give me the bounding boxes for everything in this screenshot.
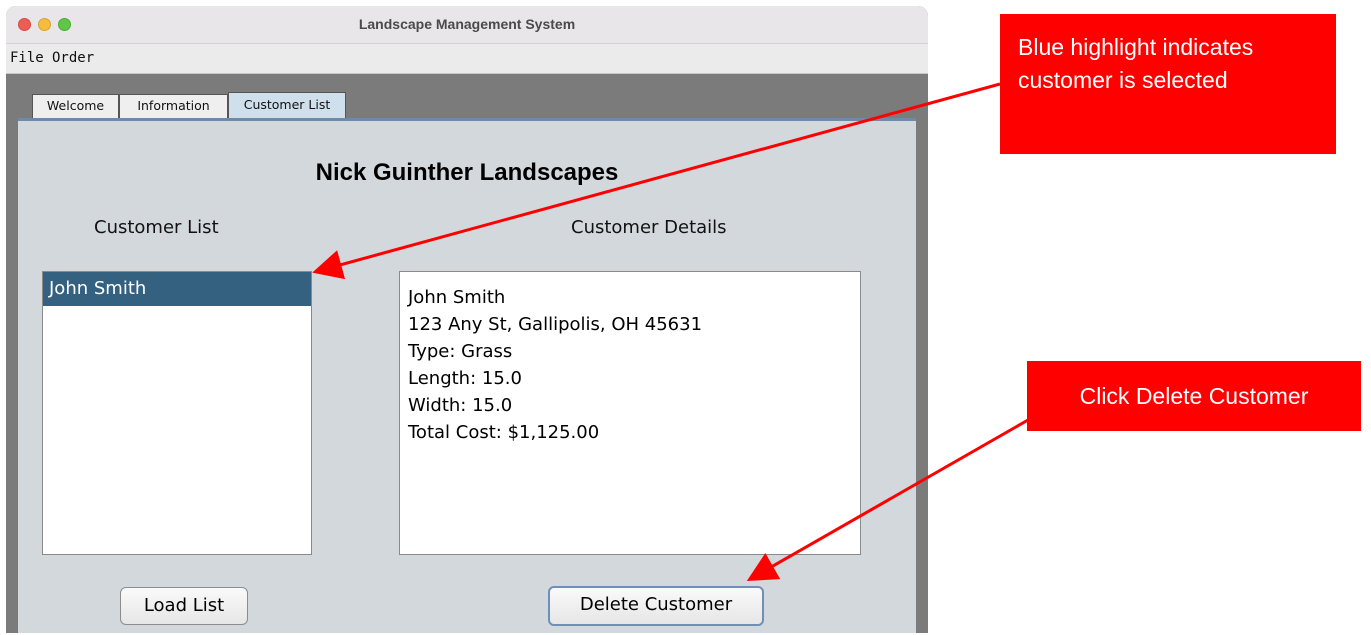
customer-list-box[interactable]: John Smith — [42, 271, 312, 555]
details-line-address: 123 Any St, Gallipolis, OH 45631 — [408, 314, 703, 335]
customer-list-item-selected[interactable]: John Smith — [43, 272, 311, 306]
delete-customer-button[interactable]: Delete Customer — [548, 586, 764, 626]
tab-customer-list[interactable]: Customer List — [228, 92, 346, 118]
details-line-width: Width: 15.0 — [408, 395, 513, 416]
customer-list-label: Customer List — [94, 217, 219, 238]
selection-callout: Blue highlight indicates customer is sel… — [1000, 14, 1336, 154]
details-line-total-cost: Total Cost: $1,125.00 — [408, 422, 600, 443]
customer-list-panel: Nick Guinther Landscapes Customer List C… — [18, 118, 916, 633]
menu-bar: File Order — [6, 44, 928, 74]
menu-order[interactable]: Order — [52, 50, 94, 66]
screenshot-stage: Landscape Management System File Order W… — [0, 0, 1371, 635]
tab-welcome[interactable]: Welcome — [32, 94, 119, 118]
title-bar: Landscape Management System — [6, 6, 928, 44]
details-line-type: Type: Grass — [408, 341, 513, 362]
customer-details-area[interactable]: John Smith 123 Any St, Gallipolis, OH 45… — [399, 271, 861, 555]
tab-strip: Welcome Information Customer List — [6, 74, 928, 120]
tab-information[interactable]: Information — [119, 94, 228, 118]
delete-callout: Click Delete Customer — [1027, 361, 1361, 431]
window-title: Landscape Management System — [358, 16, 576, 32]
app-window: Landscape Management System File Order W… — [6, 6, 928, 633]
details-line-length: Length: 15.0 — [408, 368, 522, 389]
customer-details-label: Customer Details — [571, 217, 727, 238]
menu-file[interactable]: File — [10, 50, 44, 66]
details-line-name: John Smith — [408, 287, 506, 308]
company-title: Nick Guinther Landscapes — [315, 159, 619, 186]
load-list-button[interactable]: Load List — [120, 587, 248, 625]
